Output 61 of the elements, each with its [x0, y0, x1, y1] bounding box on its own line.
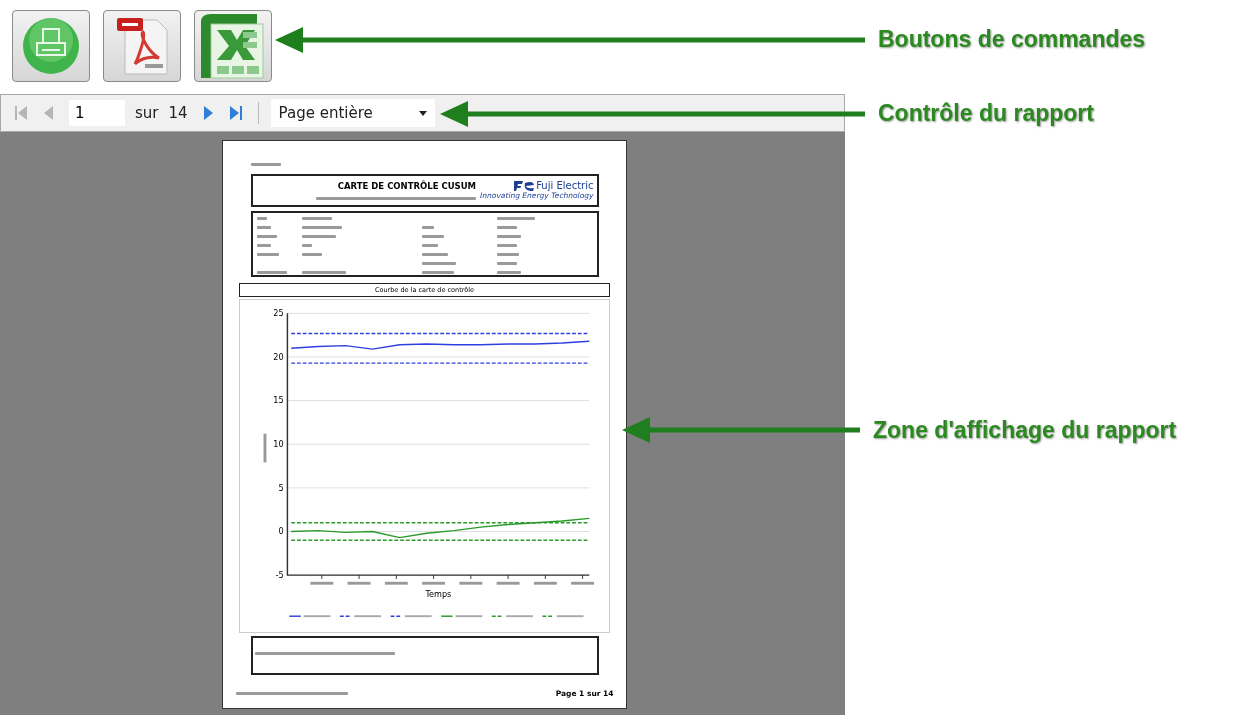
last-page-button[interactable] [227, 104, 244, 122]
page-total: 14 [168, 104, 188, 122]
page-number-field[interactable]: 1 [69, 100, 125, 126]
logo-icon [514, 180, 535, 192]
blurred-text [496, 270, 521, 274]
y-tick-label: 0 [278, 526, 284, 537]
blurred-text [496, 225, 517, 229]
y-tick-label: 20 [273, 351, 284, 362]
blurred-text [256, 252, 279, 256]
blurred-text [496, 581, 520, 585]
caret-icon [418, 110, 427, 116]
pdf-button[interactable] [103, 10, 181, 82]
blurred-text [422, 581, 446, 585]
annotation-label: Contrôle du rapport [878, 100, 1094, 127]
blurred-text [250, 163, 281, 166]
blurred-text [301, 252, 322, 256]
blurred-text [571, 581, 595, 585]
blurred-text [421, 234, 444, 238]
page-of-label: sur [135, 104, 159, 122]
print-button[interactable] [12, 10, 90, 82]
y-tick-label: 25 [273, 308, 284, 319]
blurred-text [310, 581, 334, 585]
blurred-text [533, 581, 557, 585]
blurred-text [421, 243, 438, 247]
zoom-dropdown[interactable]: Page entière [270, 99, 435, 127]
logo-name: Fuji Electric [536, 180, 594, 192]
blurred-text [301, 234, 336, 238]
blurred-text [496, 261, 517, 265]
blurred-text [421, 261, 456, 265]
y-tick-label: 10 [273, 438, 284, 449]
first-arrow-icon [13, 104, 29, 122]
blurred-text [421, 225, 434, 229]
blurred-text [459, 581, 483, 585]
blurred-text [496, 252, 519, 256]
blurred-text [301, 216, 332, 220]
printer-icon [21, 16, 81, 76]
blurred-text [301, 225, 342, 229]
blurred-text [496, 234, 521, 238]
annotation-label: Boutons de commandes [878, 26, 1146, 53]
x-axis-label: Temps [425, 588, 452, 599]
y-tick-label: 15 [273, 395, 284, 406]
blurred-text [301, 243, 312, 247]
blurred-text [347, 581, 371, 585]
blurred-text [496, 243, 517, 247]
blurred-text [256, 270, 287, 274]
last-arrow-icon [227, 104, 244, 122]
blurred-text [384, 581, 408, 585]
blurred-text [301, 270, 346, 274]
blurred-text [421, 252, 448, 256]
blurred-text [421, 270, 454, 274]
report-title: CARTE DE CONTRÔLE CUSUM [337, 180, 477, 191]
blurred-text [263, 433, 267, 463]
blurred-text [256, 216, 267, 220]
blurred-text [496, 216, 535, 220]
blurred-text [256, 225, 271, 229]
blurred-text [256, 234, 277, 238]
annotation-label: Zone d'affichage du rapport [873, 417, 1177, 444]
excel-button[interactable] [194, 10, 272, 82]
y-tick-label: -5 [275, 569, 284, 580]
blurred-text [256, 243, 271, 247]
y-tick-label: 5 [278, 482, 284, 493]
